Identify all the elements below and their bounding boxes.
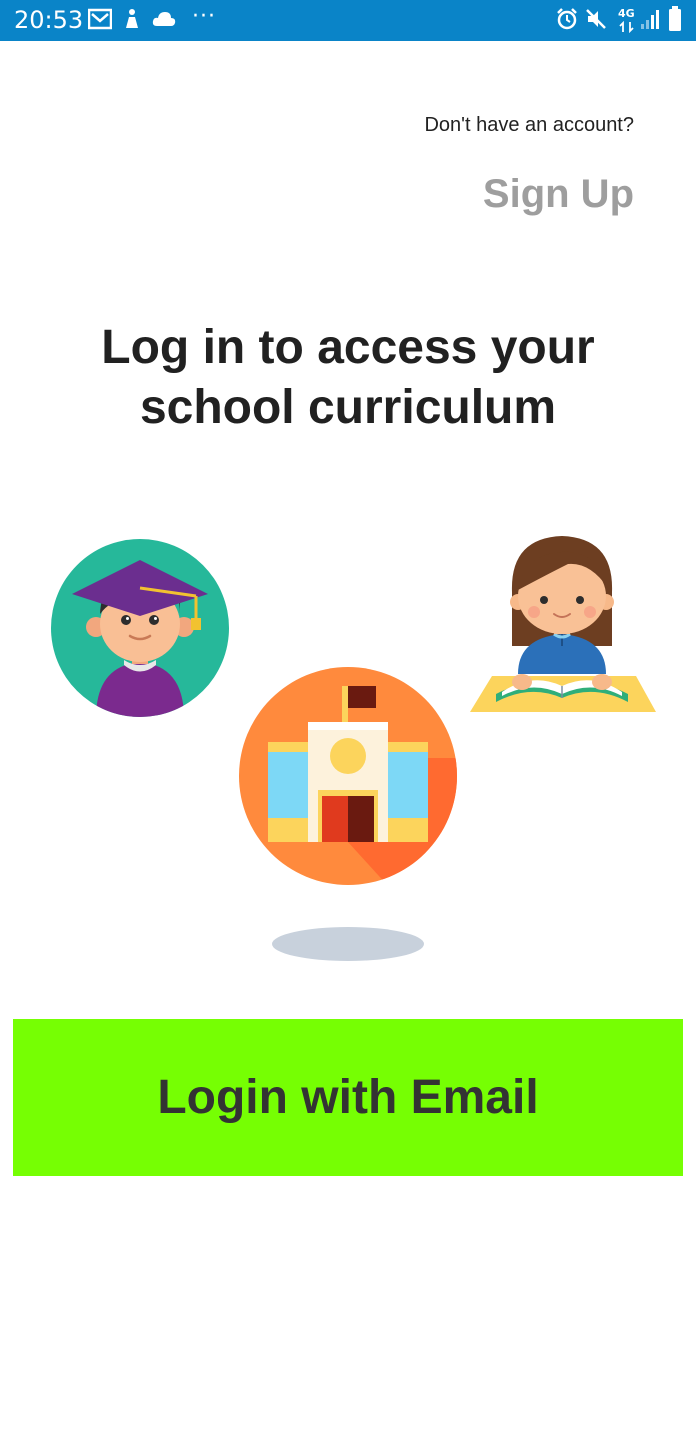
girl-reading-icon (470, 536, 656, 712)
notification-figure-icon (126, 9, 138, 28)
login-with-email-button[interactable]: Login with Email (13, 1019, 683, 1176)
signal-icon (641, 10, 659, 29)
no-account-text: Don't have an account? (424, 114, 634, 136)
status-bar: 20:53 ··· 4G (0, 0, 696, 41)
more-notifications-icon: ··· (192, 4, 216, 29)
signup-link[interactable]: Sign Up (483, 172, 634, 217)
battery-icon (669, 6, 681, 31)
page-title-line1: Log in to access your (101, 321, 595, 374)
mute-icon (586, 9, 606, 29)
school-shadow (272, 927, 424, 961)
gmail-icon (88, 8, 112, 30)
status-time: 20:53 (14, 6, 84, 34)
alarm-icon (557, 8, 577, 30)
page-title: Log in to access your school curriculum (0, 318, 696, 438)
graduate-boy-icon (51, 539, 229, 717)
page-title-line2: school curriculum (139, 381, 557, 434)
data-arrows-icon (619, 21, 634, 33)
school-building-icon (239, 667, 457, 885)
cloud-icon (152, 12, 176, 26)
network-type-label: 4G (618, 7, 635, 20)
